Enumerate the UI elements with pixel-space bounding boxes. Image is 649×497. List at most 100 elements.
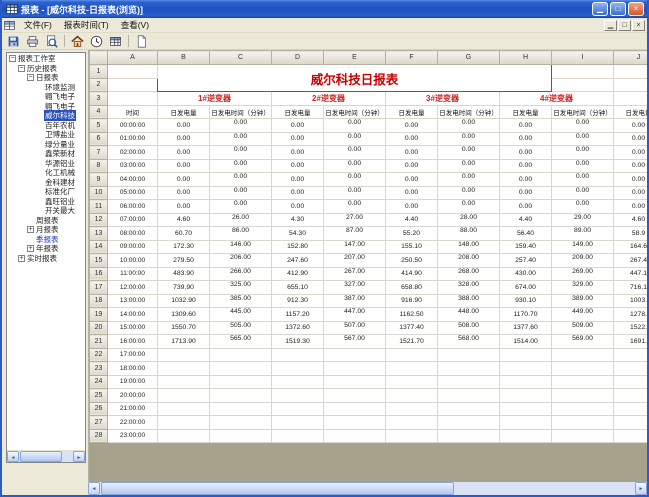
value-cell[interactable] bbox=[158, 429, 210, 443]
value-cell[interactable]: 739.90 bbox=[158, 281, 210, 295]
value-cell[interactable]: 0.00 bbox=[324, 146, 386, 160]
close-button[interactable]: × bbox=[628, 2, 644, 16]
value-cell[interactable]: 565.00 bbox=[210, 335, 272, 349]
row-header[interactable]: 24 bbox=[90, 375, 108, 389]
value-cell[interactable]: 930.10 bbox=[500, 294, 552, 308]
field-header[interactable]: 日发电时间（分钟） bbox=[210, 105, 272, 119]
sheet-horizontal-scrollbar[interactable]: ◄ ► bbox=[88, 482, 647, 495]
value-cell[interactable] bbox=[500, 402, 552, 416]
value-cell[interactable]: 268.00 bbox=[438, 267, 500, 281]
value-cell[interactable] bbox=[614, 362, 648, 376]
value-cell[interactable]: 1162.50 bbox=[386, 308, 438, 322]
value-cell[interactable]: 0.00 bbox=[614, 186, 648, 200]
value-cell[interactable] bbox=[158, 375, 210, 389]
time-cell[interactable]: 21:00:00 bbox=[108, 402, 158, 416]
value-cell[interactable]: 55.20 bbox=[386, 227, 438, 241]
value-cell[interactable] bbox=[438, 429, 500, 443]
value-cell[interactable]: 505.00 bbox=[210, 321, 272, 335]
value-cell[interactable] bbox=[386, 402, 438, 416]
time-cell[interactable]: 14:00:00 bbox=[108, 308, 158, 322]
value-cell[interactable] bbox=[552, 389, 614, 403]
column-header[interactable]: E bbox=[324, 51, 386, 65]
value-cell[interactable]: 0.00 bbox=[438, 146, 500, 160]
value-cell[interactable]: 0.00 bbox=[158, 186, 210, 200]
expand-icon[interactable]: + bbox=[27, 245, 34, 252]
value-cell[interactable]: 1309.60 bbox=[158, 308, 210, 322]
menu-file[interactable]: 文件(F) bbox=[18, 18, 58, 32]
value-cell[interactable] bbox=[500, 389, 552, 403]
value-cell[interactable] bbox=[210, 429, 272, 443]
column-header[interactable]: I bbox=[552, 51, 614, 65]
field-header[interactable]: 日发电时间（分钟） bbox=[324, 105, 386, 119]
value-cell[interactable]: 0.00 bbox=[552, 159, 614, 173]
value-cell[interactable]: 388.00 bbox=[438, 294, 500, 308]
row-header[interactable]: 13 bbox=[90, 227, 108, 241]
row-header[interactable]: 8 bbox=[90, 159, 108, 173]
value-cell[interactable]: 0.00 bbox=[272, 132, 324, 146]
value-cell[interactable]: 0.00 bbox=[500, 119, 552, 133]
value-cell[interactable]: 1003. bbox=[614, 294, 648, 308]
row-header[interactable]: 11 bbox=[90, 200, 108, 214]
value-cell[interactable] bbox=[386, 348, 438, 362]
value-cell[interactable]: 0.00 bbox=[386, 173, 438, 187]
value-cell[interactable]: 329.00 bbox=[552, 281, 614, 295]
value-cell[interactable]: 4.40 bbox=[386, 213, 438, 227]
report-title-cell[interactable]: 威尔科技日报表 bbox=[158, 65, 552, 92]
value-cell[interactable] bbox=[210, 375, 272, 389]
cell[interactable] bbox=[108, 65, 158, 79]
value-cell[interactable]: 0.00 bbox=[324, 159, 386, 173]
value-cell[interactable]: 1514.00 bbox=[500, 335, 552, 349]
value-cell[interactable]: 0.00 bbox=[438, 200, 500, 214]
value-cell[interactable]: 0.00 bbox=[324, 200, 386, 214]
time-cell[interactable]: 12:00:00 bbox=[108, 281, 158, 295]
value-cell[interactable]: 0.00 bbox=[324, 132, 386, 146]
child-close-button[interactable]: × bbox=[632, 20, 645, 31]
field-header[interactable]: 时间 bbox=[108, 105, 158, 119]
value-cell[interactable]: 0.00 bbox=[158, 173, 210, 187]
row-header[interactable]: 25 bbox=[90, 389, 108, 403]
field-header[interactable]: 日发电量 bbox=[158, 105, 210, 119]
value-cell[interactable] bbox=[272, 389, 324, 403]
value-cell[interactable]: 0.00 bbox=[552, 200, 614, 214]
value-cell[interactable]: 1521.70 bbox=[386, 335, 438, 349]
value-cell[interactable] bbox=[500, 348, 552, 362]
value-cell[interactable]: 1170.70 bbox=[500, 308, 552, 322]
value-cell[interactable] bbox=[158, 389, 210, 403]
tree-horizontal-scrollbar[interactable]: ◄ ► bbox=[7, 450, 85, 462]
field-header[interactable]: 日发电时间（分钟） bbox=[552, 105, 614, 119]
column-header[interactable]: A bbox=[108, 51, 158, 65]
inverter-group-header[interactable]: 3#逆变器 bbox=[386, 92, 500, 106]
collapse-icon[interactable]: − bbox=[27, 74, 34, 81]
value-cell[interactable]: 0.00 bbox=[552, 173, 614, 187]
value-cell[interactable]: 916.90 bbox=[386, 294, 438, 308]
value-cell[interactable]: 0.00 bbox=[614, 173, 648, 187]
value-cell[interactable]: 149.00 bbox=[552, 240, 614, 254]
value-cell[interactable]: 4.60 bbox=[614, 213, 648, 227]
value-cell[interactable]: 86.00 bbox=[210, 227, 272, 241]
time-cell[interactable]: 05:00:00 bbox=[108, 186, 158, 200]
value-cell[interactable] bbox=[614, 375, 648, 389]
value-cell[interactable] bbox=[438, 348, 500, 362]
value-cell[interactable] bbox=[210, 402, 272, 416]
value-cell[interactable] bbox=[500, 429, 552, 443]
row-header[interactable]: 27 bbox=[90, 416, 108, 430]
cell[interactable] bbox=[552, 78, 614, 92]
value-cell[interactable]: 87.00 bbox=[324, 227, 386, 241]
value-cell[interactable]: 447.00 bbox=[324, 308, 386, 322]
column-header[interactable]: B bbox=[158, 51, 210, 65]
value-cell[interactable] bbox=[210, 362, 272, 376]
value-cell[interactable]: 0.00 bbox=[438, 173, 500, 187]
cell[interactable] bbox=[614, 92, 648, 106]
value-cell[interactable]: 0.00 bbox=[272, 146, 324, 160]
value-cell[interactable]: 658.80 bbox=[386, 281, 438, 295]
inverter-group-header[interactable]: 1#逆变器 bbox=[158, 92, 272, 106]
collapse-icon[interactable]: − bbox=[9, 55, 16, 62]
value-cell[interactable]: 26.00 bbox=[210, 213, 272, 227]
row-header[interactable]: 28 bbox=[90, 429, 108, 443]
value-cell[interactable]: 0.00 bbox=[500, 146, 552, 160]
scroll-left-button[interactable]: ◄ bbox=[7, 451, 19, 462]
value-cell[interactable] bbox=[210, 348, 272, 362]
field-header[interactable]: 日发电时间（分钟） bbox=[438, 105, 500, 119]
value-cell[interactable] bbox=[438, 362, 500, 376]
value-cell[interactable]: 325.00 bbox=[210, 281, 272, 295]
